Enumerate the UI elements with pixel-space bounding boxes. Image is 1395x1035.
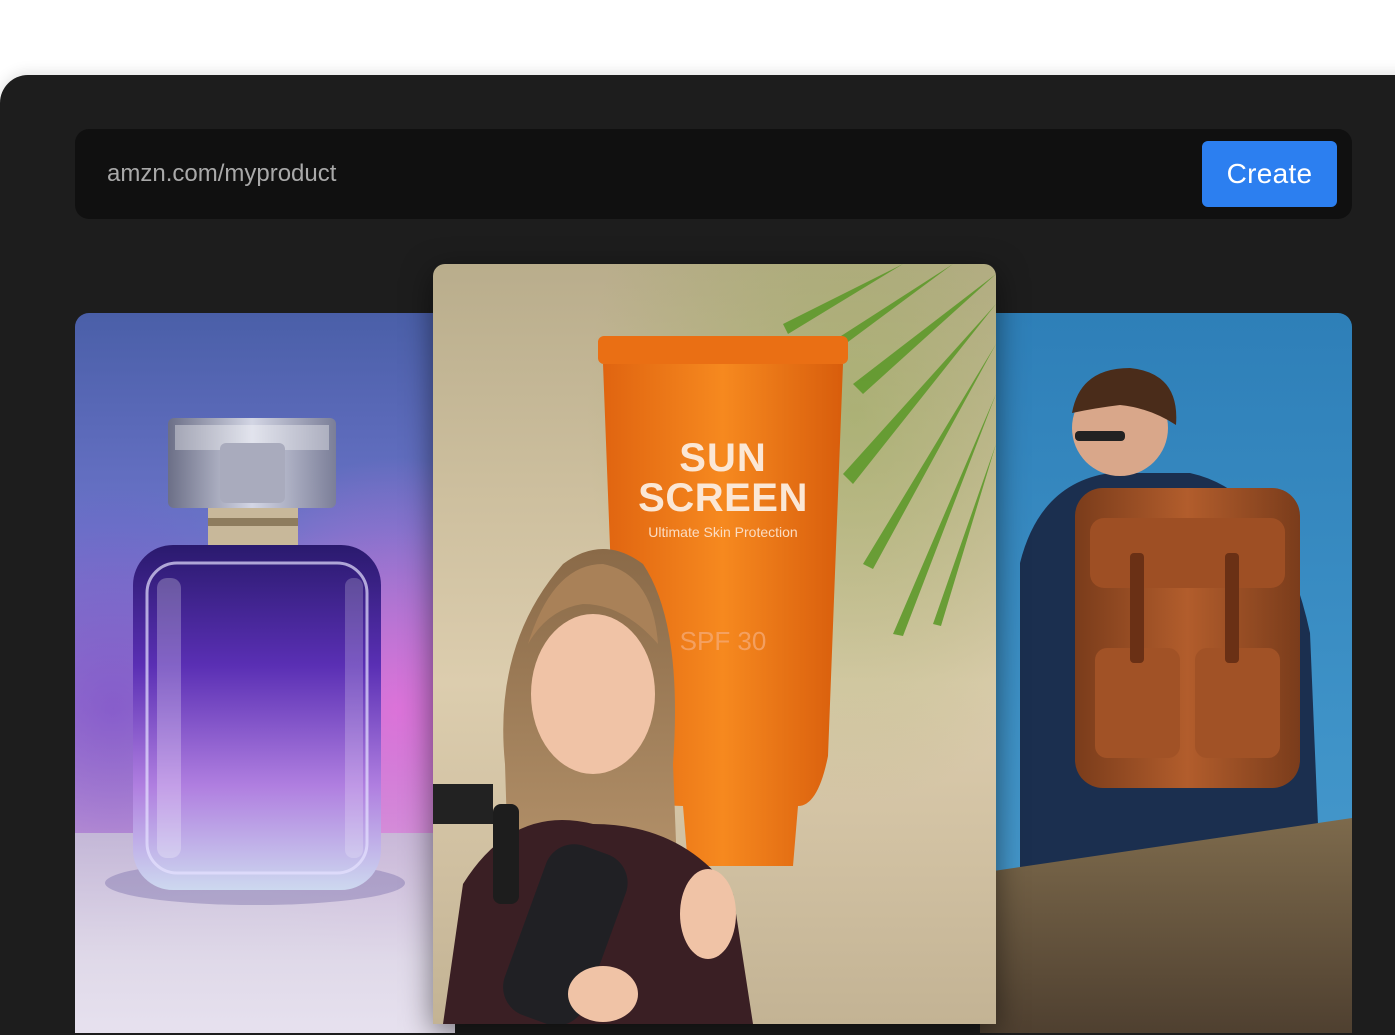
url-bar: Create bbox=[75, 129, 1352, 219]
perfume-video-card[interactable] bbox=[75, 313, 455, 1033]
backpack-video-card[interactable] bbox=[980, 313, 1352, 1033]
presenter-image bbox=[433, 549, 753, 1024]
sunscreen-video-card[interactable]: SUN SCREEN Ultimate Skin Protection SPF … bbox=[433, 264, 996, 1024]
app-window: Create bbox=[0, 75, 1395, 1035]
create-button[interactable]: Create bbox=[1202, 141, 1337, 207]
backpack-model-image bbox=[980, 368, 1352, 1033]
product-url-input[interactable] bbox=[95, 151, 1199, 197]
perfume-bottle-image bbox=[75, 418, 455, 1033]
